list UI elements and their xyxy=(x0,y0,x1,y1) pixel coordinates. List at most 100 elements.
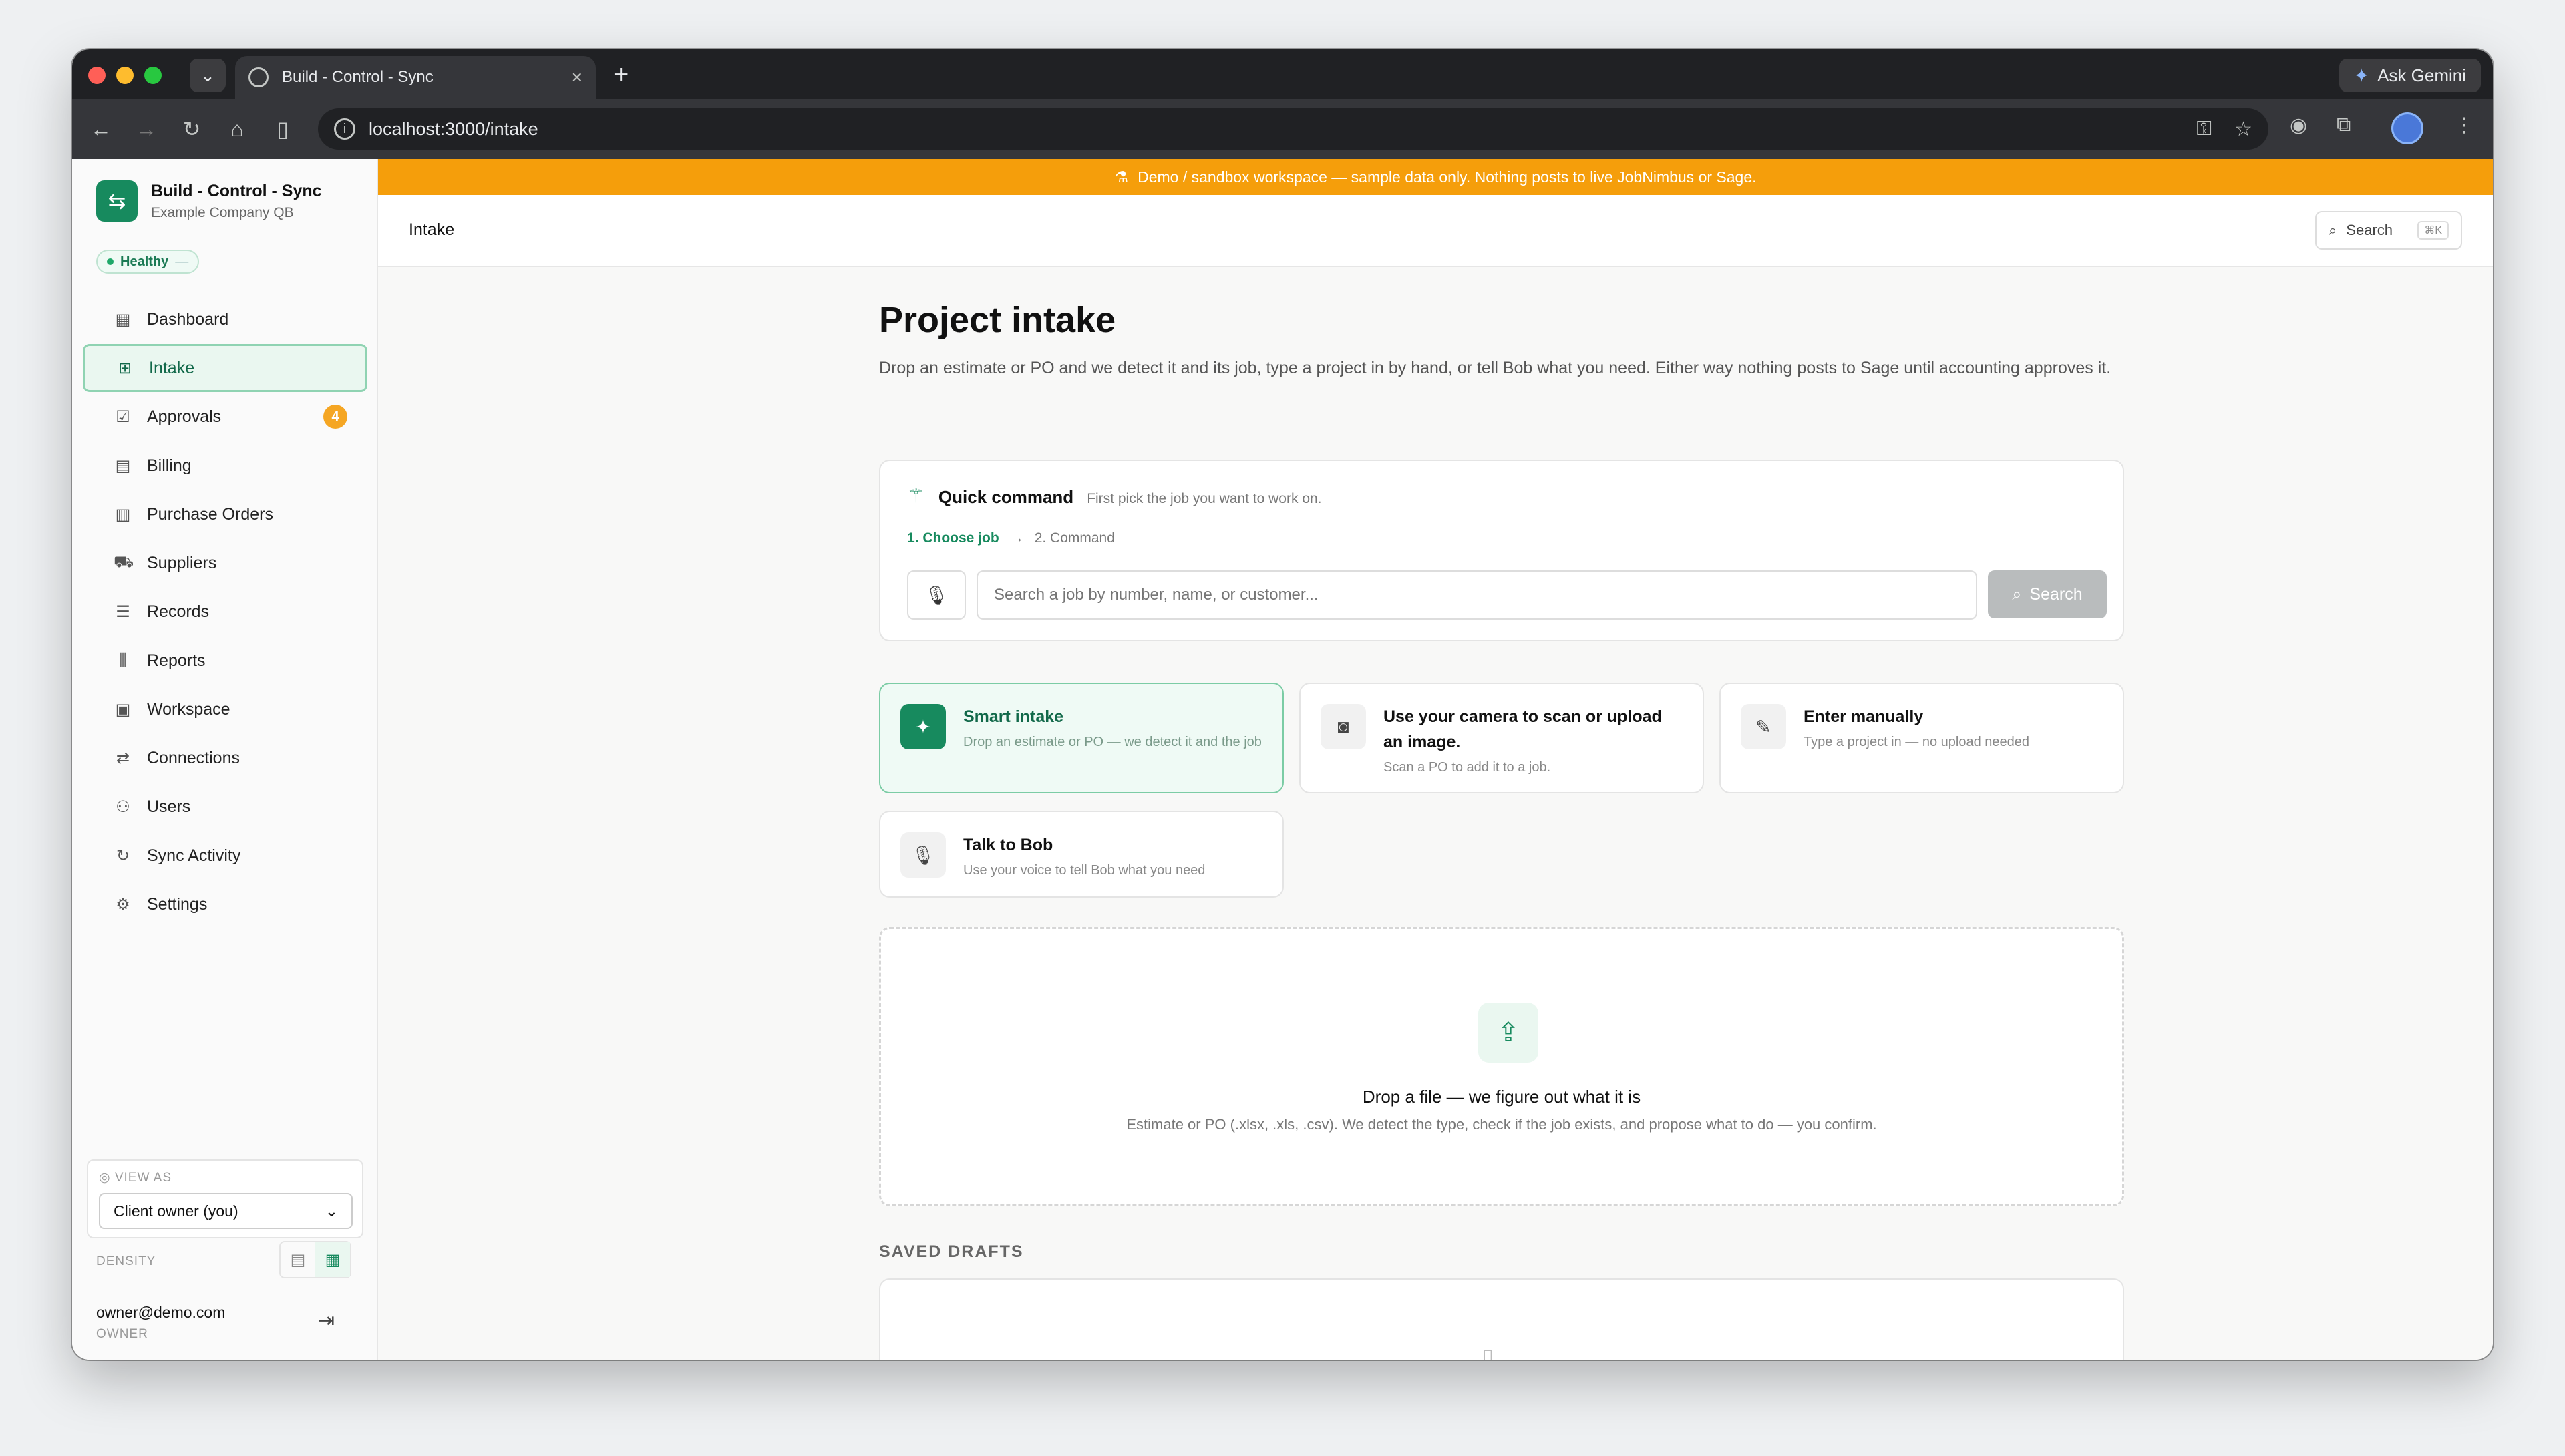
back-button[interactable]: ← xyxy=(86,114,116,144)
app-area: ⇆ Build - Control - Sync Example Company… xyxy=(72,159,2493,1360)
saved-drafts-card: ▯ xyxy=(879,1278,2124,1360)
account-info: owner@demo.com OWNER xyxy=(96,1304,225,1342)
top-bar: Intake ⌕ Search ⌘K xyxy=(378,195,2493,267)
page-description: Drop an estimate or PO and we detect it … xyxy=(879,359,2111,377)
gear-icon: ⚙ xyxy=(116,895,130,914)
password-key-icon[interactable]: ⚿ xyxy=(2196,118,2212,140)
close-tab-icon[interactable]: × xyxy=(572,67,582,88)
sidebar-item-label: Workspace xyxy=(147,699,230,719)
extension-icon[interactable]: ◉ xyxy=(2290,114,2307,137)
browser-menu-icon[interactable]: ⋮ xyxy=(2454,114,2474,137)
sidebar-item-sync-activity[interactable]: ↻ Sync Activity xyxy=(83,832,367,880)
sidebar-item-records[interactable]: ☰ Records xyxy=(83,588,367,636)
cloud-upload-icon: ⇪ xyxy=(1478,1003,1538,1063)
sidebar-item-reports[interactable]: ⫼ Reports xyxy=(83,636,367,685)
search-icon: ⌕ xyxy=(2012,584,2022,604)
maximize-window-button[interactable] xyxy=(144,67,162,84)
brand: ⇆ Build - Control - Sync Example Company… xyxy=(96,180,322,222)
sidebar-item-label: Billing xyxy=(147,456,192,475)
density-toggle: ▤ ▦ xyxy=(279,1241,351,1278)
sidebar-item-dashboard[interactable]: ▦ Dashboard xyxy=(83,295,367,343)
ask-gemini-button[interactable]: ✦ Ask Gemini xyxy=(2339,59,2481,92)
logout-icon[interactable]: ⇥ xyxy=(318,1309,335,1332)
search-label: Search xyxy=(2346,222,2393,238)
breadcrumb: Intake xyxy=(409,220,455,239)
demo-banner: ⚗ Demo / sandbox workspace — sample data… xyxy=(378,159,2493,195)
minimize-window-button[interactable] xyxy=(116,67,134,84)
sync-arrows-icon: ⇆ xyxy=(96,180,138,222)
sidebar-item-label: Approvals xyxy=(147,407,222,426)
document-icon: ▥ xyxy=(115,505,131,524)
reload-button[interactable]: ↻ xyxy=(176,114,207,144)
sidebar-item-suppliers[interactable]: ⛟ Suppliers xyxy=(83,539,367,587)
check-square-icon: ☑ xyxy=(116,407,130,426)
sidebar-item-label: Purchase Orders xyxy=(147,504,273,524)
quick-command-title: Quick command xyxy=(938,487,1074,507)
quick-command-hint: First pick the job you want to work on. xyxy=(1087,491,1322,506)
step-command: 2. Command xyxy=(1034,530,1115,546)
account-role: OWNER xyxy=(96,1327,148,1341)
density-compact-button[interactable]: ▦ xyxy=(315,1242,350,1277)
file-dropzone[interactable]: ⇪ Drop a file — we figure out what it is… xyxy=(879,927,2124,1206)
receipt-icon: ▤ xyxy=(115,456,131,475)
sidebar-item-billing[interactable]: ▤ Billing xyxy=(83,441,367,490)
dropzone-title: Drop a file — we figure out what it is xyxy=(1362,1087,1641,1107)
profile-avatar[interactable] xyxy=(2391,112,2423,144)
option-description: Scan a PO to add it to a job. xyxy=(1383,760,1551,775)
option-smart-intake[interactable]: ✦ Smart intake Drop an estimate or PO — … xyxy=(879,683,1284,793)
option-enter-manually[interactable]: ✎ Enter manually Type a project in — no … xyxy=(1719,683,2124,793)
density-comfortable-button[interactable]: ▤ xyxy=(281,1242,315,1277)
page-title: Project intake xyxy=(879,300,1116,340)
sidebar-item-settings[interactable]: ⚙ Settings xyxy=(83,880,367,928)
document-icon: ▯ xyxy=(1482,1344,1494,1360)
tab-search-button[interactable]: ⌄ xyxy=(190,59,226,92)
health-status-badge[interactable]: Healthy — xyxy=(96,250,200,274)
search-icon: ⌕ xyxy=(2329,222,2337,238)
view-as-label: ◎ VIEW AS xyxy=(99,1170,172,1186)
job-search-button[interactable]: ⌕ Search xyxy=(1988,570,2107,618)
option-camera-scan[interactable]: ◙ Use your camera to scan or upload an i… xyxy=(1299,683,1704,793)
sidebar-item-label: Reports xyxy=(147,651,206,670)
sidebar-item-label: Settings xyxy=(147,894,208,914)
file-plus-icon: ⊞ xyxy=(118,359,132,377)
browser-window: ⌄ Build - Control - Sync × + ✦ Ask Gemin… xyxy=(72,49,2493,1360)
global-search-button[interactable]: ⌕ Search ⌘K xyxy=(2315,211,2462,250)
sidebar-item-workspace[interactable]: ▣ Workspace xyxy=(83,685,367,733)
sidebar-item-label: Sync Activity xyxy=(147,846,241,865)
job-search-input[interactable] xyxy=(977,570,1977,620)
tab-strip: ⌄ Build - Control - Sync × + ✦ Ask Gemin… xyxy=(72,49,2493,99)
bookmark-star-icon[interactable]: ☆ xyxy=(2234,118,2252,141)
sidebar-item-label: Dashboard xyxy=(147,309,229,329)
bar-chart-icon: ⫼ xyxy=(119,651,127,669)
microphone-icon: 🎙 xyxy=(900,832,946,878)
sidebar-item-connections[interactable]: ⇄ Connections xyxy=(83,734,367,782)
sidebar-item-intake[interactable]: ⊞ Intake xyxy=(83,344,367,392)
home-button[interactable]: ⌂ xyxy=(222,114,252,144)
sidebar-item-label: Records xyxy=(147,602,210,621)
view-as-select[interactable]: Client owner (you) ⌄ xyxy=(99,1193,353,1229)
chevron-down-icon: ⌄ xyxy=(325,1202,338,1220)
sidebar-item-label: Intake xyxy=(149,358,195,377)
sidebar-item-purchase-orders[interactable]: ▥ Purchase Orders xyxy=(83,490,367,538)
reading-list-button[interactable]: ▯ xyxy=(267,114,298,144)
option-talk-to-bob[interactable]: 🎙 Talk to Bob Use your voice to tell Bob… xyxy=(879,811,1284,898)
sidebar-item-users[interactable]: ⚇ Users xyxy=(83,783,367,831)
voice-input-button[interactable]: 🎙 xyxy=(907,570,966,620)
forward-button[interactable]: → xyxy=(131,114,162,144)
new-tab-button[interactable]: + xyxy=(613,60,629,90)
refresh-icon: ↻ xyxy=(116,846,130,865)
browser-tab[interactable]: Build - Control - Sync × xyxy=(235,56,596,99)
browser-toolbar: ← → ↻ ⌂ ▯ i localhost:3000/intake ⚿ ☆ ◉ … xyxy=(72,99,2493,159)
gemini-icon: ✦ xyxy=(2353,65,2370,86)
sidebar-item-label: Users xyxy=(147,797,191,816)
close-window-button[interactable] xyxy=(88,67,106,84)
address-bar[interactable]: i localhost:3000/intake ⚿ ☆ xyxy=(318,108,2268,150)
sidebar-item-approvals[interactable]: ☑ Approvals 4 xyxy=(83,393,367,441)
url-text: localhost:3000/intake xyxy=(369,118,538,139)
site-info-icon[interactable]: i xyxy=(334,118,355,140)
extensions-puzzle-icon[interactable]: ⧉ xyxy=(2337,114,2351,136)
option-title: Smart intake xyxy=(963,707,1064,726)
users-icon: ⚇ xyxy=(116,797,130,816)
connection-icon: ⇄ xyxy=(116,749,130,767)
building-icon: ▣ xyxy=(115,700,131,719)
